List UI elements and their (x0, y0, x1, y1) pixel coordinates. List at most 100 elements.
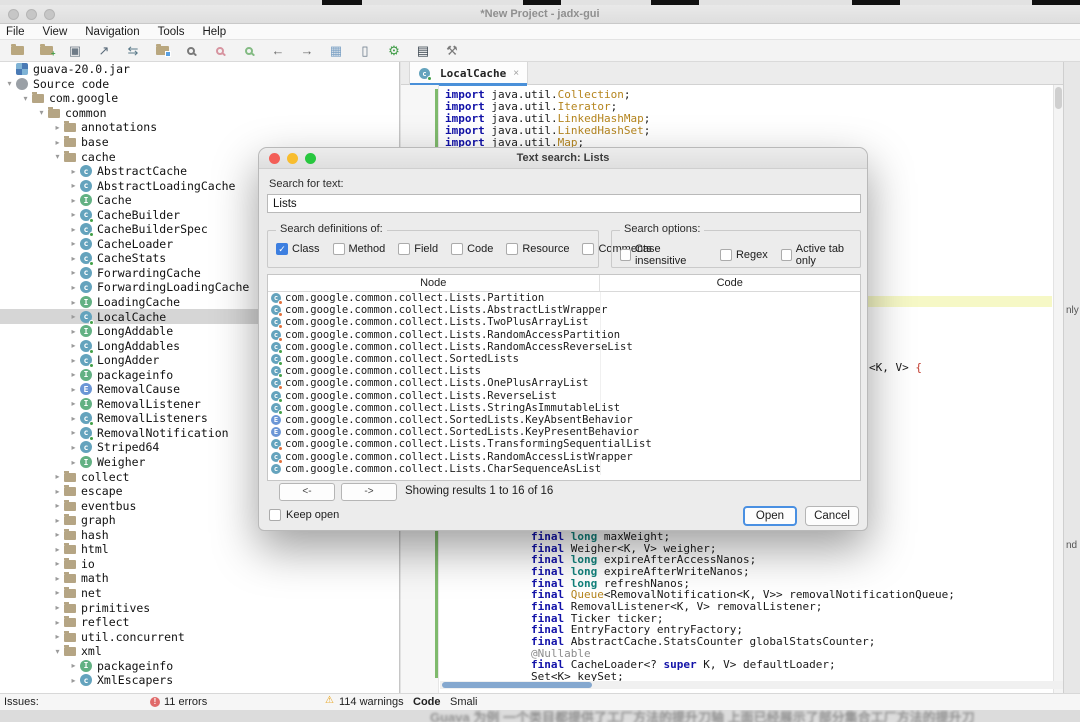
node-column-header[interactable]: Node (268, 275, 600, 291)
checkbox-code[interactable]: Code (451, 243, 493, 255)
result-row[interactable]: c com.google.common.collect.Lists.Abstrac… (268, 304, 860, 318)
result-row[interactable]: c com.google.common.collect.Lists.RandomA… (268, 450, 860, 464)
checkbox-active-tab-only[interactable]: Active tab only (780, 243, 860, 267)
open-button[interactable]: Open (743, 506, 797, 526)
wrench-icon[interactable]: ⚒ (443, 43, 461, 59)
decompilation-settings-icon[interactable]: ▦ (327, 43, 345, 59)
chevron-right-icon[interactable]: ▸ (68, 370, 79, 379)
tree-item-io[interactable]: ▸ io (0, 557, 399, 572)
chevron-right-icon[interactable]: ▸ (52, 588, 63, 597)
result-row[interactable]: c com.google.common.collect.Lists.CharSeq… (268, 462, 860, 475)
preferences-icon[interactable]: ⚙ (385, 43, 403, 59)
chevron-down-icon[interactable]: ▾ (52, 152, 63, 161)
chevron-right-icon[interactable]: ▸ (68, 428, 79, 437)
result-row[interactable]: c com.google.common.collect.Lists.StringA… (268, 401, 860, 415)
menu-tools[interactable]: Tools (158, 26, 185, 38)
chevron-right-icon[interactable]: ▸ (52, 501, 63, 510)
result-row[interactable]: c com.google.common.collect.Lists.Partiti… (268, 292, 860, 306)
checkbox-icon[interactable] (780, 249, 792, 261)
next-page-button[interactable]: -> (341, 483, 397, 501)
tree-item-guava-20-0-jar[interactable]: guava-20.0.jar (0, 62, 399, 77)
menu-view[interactable]: View (43, 26, 68, 38)
tree-item-net[interactable]: ▸ net (0, 586, 399, 601)
result-row[interactable]: Ecom.google.common.collect.SortedLists.K… (268, 426, 860, 439)
chevron-right-icon[interactable]: ▸ (68, 181, 79, 190)
add-files-icon[interactable]: + (37, 43, 56, 59)
tree-item-com-google[interactable]: ▾ com.google (0, 91, 399, 106)
tree-item-packageinfo[interactable]: ▸ Ipackageinfo (0, 658, 399, 673)
export-icon[interactable]: ↗ (95, 43, 113, 59)
prev-page-button[interactable]: <- (279, 483, 335, 501)
checkbox-icon[interactable]: ✓ (276, 243, 288, 255)
checkbox-icon[interactable] (506, 243, 519, 255)
checkbox-icon[interactable] (620, 249, 631, 261)
chevron-right-icon[interactable]: ▸ (68, 661, 79, 670)
checkbox-resource[interactable]: Resource (506, 243, 569, 255)
chevron-right-icon[interactable]: ▸ (68, 676, 79, 685)
warnings-count[interactable]: 114 warnings (339, 696, 404, 708)
checkbox-class[interactable]: ✓ Class (276, 243, 320, 255)
result-row[interactable]: c com.google.common.collect.Lists.RandomA… (268, 328, 860, 342)
tree-item-xmlescapers[interactable]: ▸ c XmlEscapers (0, 673, 399, 688)
chevron-right-icon[interactable]: ▸ (68, 458, 79, 467)
code-column-header[interactable]: Code (600, 275, 860, 291)
checkbox-icon[interactable] (398, 243, 411, 255)
diff-view-icon[interactable]: ⇆ (124, 43, 142, 59)
chevron-right-icon[interactable]: ▸ (52, 472, 63, 481)
chevron-right-icon[interactable]: ▸ (52, 545, 63, 554)
result-row[interactable]: c com.google.common.collect.Lists.Reverse… (268, 389, 860, 403)
checkbox-field[interactable]: Field (398, 243, 438, 255)
search-input[interactable] (267, 194, 861, 213)
chevron-right-icon[interactable]: ▸ (52, 138, 63, 147)
menu-navigation[interactable]: Navigation (85, 26, 139, 38)
chevron-right-icon[interactable]: ▸ (52, 574, 63, 583)
result-row[interactable]: c com.google.common.collect.Lists (268, 365, 860, 379)
preview-icon[interactable]: ▯ (356, 43, 374, 59)
chevron-right-icon[interactable]: ▸ (52, 618, 63, 627)
tab-code[interactable]: Code (413, 696, 441, 708)
checkbox-case-insensitive[interactable]: Case insensitive (620, 243, 707, 267)
back-icon[interactable]: ← (269, 43, 287, 59)
chevron-right-icon[interactable]: ▸ (68, 167, 79, 176)
close-tab-icon[interactable]: × (513, 68, 519, 79)
checkbox-icon[interactable] (269, 509, 281, 521)
editor-vertical-scrollbar[interactable] (1053, 85, 1063, 693)
chevron-right-icon[interactable]: ▸ (68, 225, 79, 234)
chevron-right-icon[interactable]: ▸ (52, 516, 63, 525)
checkbox-icon[interactable] (582, 243, 595, 255)
chevron-right-icon[interactable]: ▸ (52, 123, 63, 132)
tab-localcache[interactable]: c LocalCache × (409, 62, 529, 86)
chevron-right-icon[interactable]: ▸ (68, 254, 79, 263)
chevron-right-icon[interactable]: ▸ (52, 632, 63, 641)
result-row[interactable]: c com.google.common.collect.Lists.TwoPlus… (268, 316, 860, 330)
cancel-button[interactable]: Cancel (805, 506, 859, 526)
chevron-right-icon[interactable]: ▸ (68, 239, 79, 248)
tree-item-primitives[interactable]: ▸ primitives (0, 600, 399, 615)
chevron-right-icon[interactable]: ▸ (68, 356, 79, 365)
forward-icon[interactable]: → (298, 43, 316, 59)
result-row[interactable]: Ecom.google.common.collect.SortedLists.K… (268, 413, 860, 427)
result-row[interactable]: c com.google.common.collect.SortedLists (268, 352, 860, 367)
checkbox-icon[interactable] (451, 243, 464, 255)
errors-count[interactable]: 11 errors (164, 696, 207, 708)
chevron-down-icon[interactable]: ▾ (4, 79, 15, 88)
checkbox-icon[interactable] (719, 249, 732, 261)
chevron-right-icon[interactable]: ▸ (52, 530, 63, 539)
chevron-right-icon[interactable]: ▸ (68, 210, 79, 219)
chevron-right-icon[interactable]: ▸ (68, 268, 79, 277)
editor-horizontal-scrollbar[interactable] (440, 681, 1063, 689)
chevron-right-icon[interactable]: ▸ (68, 414, 79, 423)
tree-item-common[interactable]: ▾ common (0, 106, 399, 121)
chevron-right-icon[interactable]: ▸ (68, 399, 79, 408)
chevron-right-icon[interactable]: ▸ (68, 385, 79, 394)
chevron-right-icon[interactable]: ▸ (68, 327, 79, 336)
tree-item-util-concurrent[interactable]: ▸ util.concurrent (0, 629, 399, 644)
tree-item-source-code[interactable]: ▾ Source code (0, 77, 399, 92)
checkbox-regex[interactable]: Regex (719, 249, 768, 261)
chevron-right-icon[interactable]: ▸ (68, 298, 79, 307)
chevron-right-icon[interactable]: ▸ (52, 487, 63, 496)
text-search-icon[interactable] (211, 43, 229, 59)
chevron-right-icon[interactable]: ▸ (68, 196, 79, 205)
checkbox-icon[interactable] (332, 243, 345, 255)
tab-smali[interactable]: Smali (450, 696, 478, 708)
